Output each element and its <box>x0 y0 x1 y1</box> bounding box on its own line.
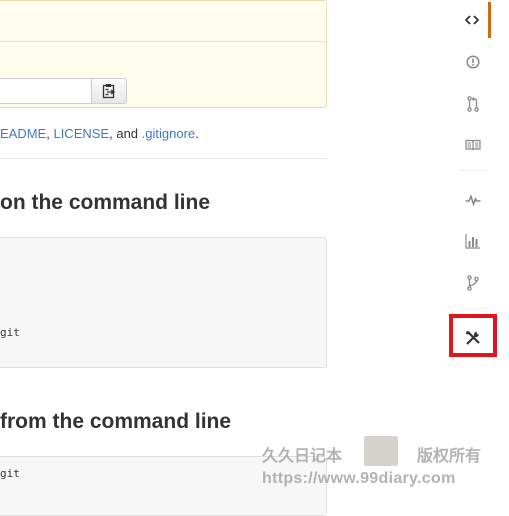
copy-to-clipboard-button[interactable] <box>91 78 127 104</box>
section-divider <box>0 158 327 159</box>
nav-issues[interactable] <box>455 44 491 80</box>
watermark-right-text: 版权所有 <box>417 448 482 465</box>
nav-separator <box>459 308 487 309</box>
and-text: and <box>116 126 139 141</box>
code-icon <box>464 15 479 25</box>
nav-separator <box>459 170 487 171</box>
clipboard-icon <box>102 84 116 99</box>
gitignore-link[interactable]: .gitignore <box>142 126 195 141</box>
push-repo-heading: from the command line <box>0 410 232 433</box>
readme-license-gitignore-line: EADME, LICENSE, and .gitignore. <box>0 126 199 141</box>
settings-highlight-box <box>449 314 497 357</box>
nav-wiki[interactable] <box>455 127 491 163</box>
code-line: git <box>0 326 20 339</box>
nav-code[interactable] <box>455 2 491 38</box>
create-repo-code-block: git <box>0 237 327 368</box>
graph-icon <box>465 234 480 249</box>
create-repo-heading: on the command line <box>0 191 211 214</box>
watermark: 久久日记本 版权所有 https://www.99diary.com <box>262 434 502 494</box>
git-branch-icon <box>467 275 479 291</box>
issue-opened-icon <box>466 55 480 69</box>
clone-url-input[interactable] <box>0 78 92 104</box>
watermark-logo <box>364 436 398 466</box>
watermark-left-text: 久久日记本 <box>262 448 343 465</box>
readme-link[interactable]: EADME <box>0 126 46 141</box>
nav-network[interactable] <box>455 265 491 301</box>
nav-pulse[interactable] <box>455 182 491 218</box>
setup-divider <box>0 41 326 42</box>
git-pull-request-icon <box>467 96 479 112</box>
nav-pull-requests[interactable] <box>455 86 491 122</box>
repo-nav <box>455 0 491 507</box>
code-line: git <box>0 467 20 480</box>
book-icon <box>465 139 481 151</box>
pulse-icon <box>465 194 481 206</box>
license-link[interactable]: LICENSE <box>53 126 109 141</box>
nav-graphs[interactable] <box>455 223 491 259</box>
watermark-url: https://www.99diary.com <box>262 470 456 487</box>
